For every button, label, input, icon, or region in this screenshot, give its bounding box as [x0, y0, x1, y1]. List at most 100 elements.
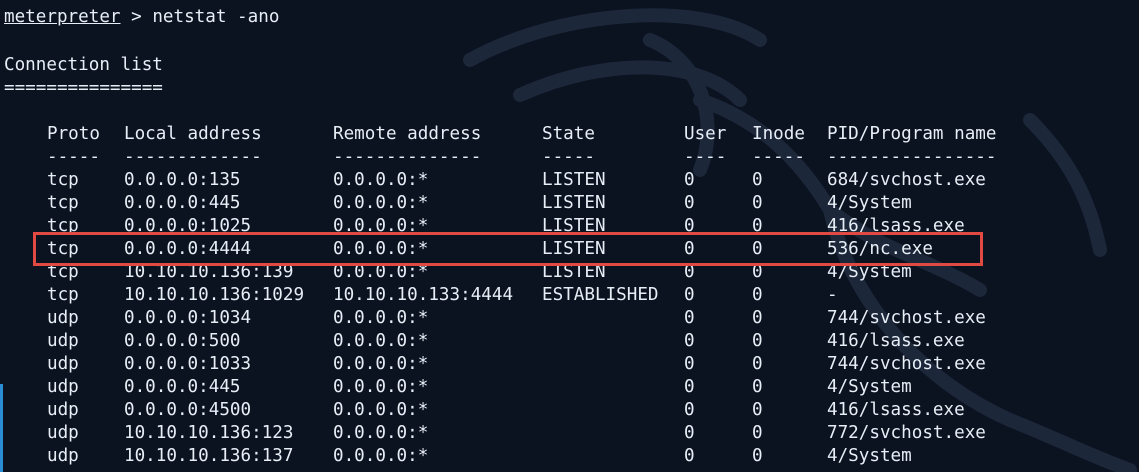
state-cell: LISTEN [542, 216, 606, 236]
state-cell: LISTEN [542, 262, 606, 282]
state-cell: LISTEN [542, 193, 606, 213]
local-address-cell: 10.10.10.136:123 [124, 423, 294, 443]
user-cell: 0 [684, 239, 695, 259]
proto-cell: ----- [47, 147, 100, 167]
remote-address-cell: 0.0.0.0:* [333, 193, 429, 213]
proto-cell: udp [47, 423, 79, 443]
table-row: udp 0.0.0.0:445 0.0.0.0:* 0 0 4/System [4, 376, 1134, 399]
proto-cell: tcp [47, 285, 79, 305]
local-address-cell: Local address [124, 124, 262, 144]
proto-cell: udp [47, 400, 79, 420]
inode-cell: 0 [752, 216, 763, 236]
proto-cell: udp [47, 331, 79, 351]
table-row: tcp 10.10.10.136:1029 10.10.10.133:4444 EST… [4, 284, 1134, 307]
remote-address-cell: Remote address [333, 124, 482, 144]
proto-cell: udp [47, 446, 79, 466]
proto-cell: tcp [47, 239, 79, 259]
user-cell: 0 [684, 262, 695, 282]
table-row: tcp 10.10.10.136:139 0.0.0.0:* LISTEN 0 0 4/Sy… [4, 261, 1134, 284]
inode-cell: 0 [752, 193, 763, 213]
local-address-cell: 0.0.0.0:135 [124, 170, 241, 190]
pid-program-cell: 416/lsass.exe [827, 216, 965, 236]
prompt-separator: > [120, 7, 153, 27]
table-row: udp 10.10.10.136:123 0.0.0.0:* 0 0 772/svchos… [4, 422, 1134, 445]
proto-cell: Proto [47, 124, 100, 144]
command-text: netstat -ano [152, 7, 280, 27]
inode-cell: ----- [752, 147, 805, 167]
local-address-cell: 0.0.0.0:445 [124, 193, 241, 213]
inode-cell: 0 [752, 239, 763, 259]
local-address-cell: ------------- [124, 147, 262, 167]
local-address-cell: 10.10.10.136:139 [124, 262, 294, 282]
user-cell: 0 [684, 377, 695, 397]
table-row: udp 0.0.0.0:1033 0.0.0.0:* 0 0 744/svchost.ex… [4, 353, 1134, 376]
inode-cell: 0 [752, 377, 763, 397]
pid-program-cell: - [827, 285, 838, 305]
state-cell: ----- [542, 147, 595, 167]
remote-address-cell: 0.0.0.0:* [333, 400, 429, 420]
pid-program-cell: 416/lsass.exe [827, 331, 965, 351]
user-cell: 0 [684, 193, 695, 213]
remote-address-cell: 0.0.0.0:* [333, 170, 429, 190]
state-cell: State [542, 124, 595, 144]
inode-cell: Inode [752, 124, 805, 144]
user-cell: 0 [684, 216, 695, 236]
local-address-cell: 0.0.0.0:4444 [124, 239, 252, 259]
state-cell: LISTEN [542, 239, 606, 259]
section-underline: =============== [4, 78, 163, 98]
table-header-underline: ----- ------------- -------------- ----- ---… [4, 146, 1134, 169]
state-cell: ESTABLISHED [542, 285, 659, 305]
table-row: udp 0.0.0.0:500 0.0.0.0:* 0 0 416/lsass.exe [4, 330, 1134, 353]
table-row: tcp 0.0.0.0:445 0.0.0.0:* LISTEN 0 0 4/System [4, 192, 1134, 215]
table-row-highlighted: tcp 0.0.0.0:4444 0.0.0.0:* LISTEN 0 0 536/nc.e… [4, 238, 1134, 261]
state-cell: LISTEN [542, 170, 606, 190]
pid-program-cell: 772/svchost.exe [827, 423, 986, 443]
remote-address-cell: 0.0.0.0:* [333, 423, 429, 443]
user-cell: 0 [684, 308, 695, 328]
inode-cell: 0 [752, 170, 763, 190]
user-cell: 0 [684, 423, 695, 443]
pid-program-cell: 4/System [827, 262, 912, 282]
proto-cell: tcp [47, 262, 79, 282]
pid-program-cell: 4/System [827, 193, 912, 213]
remote-address-cell: 0.0.0.0:* [333, 239, 429, 259]
section-title: Connection list [4, 55, 163, 75]
pid-program-cell: 744/svchost.exe [827, 354, 986, 374]
proto-cell: tcp [47, 216, 79, 236]
pid-program-cell: 536/nc.exe [827, 239, 933, 259]
pid-program-cell: PID/Program name [827, 124, 997, 144]
proto-cell: udp [47, 354, 79, 374]
proto-cell: tcp [47, 193, 79, 213]
user-cell: 0 [684, 331, 695, 351]
meterpreter-prompt: meterpreter [4, 7, 121, 27]
remote-address-cell: 0.0.0.0:* [333, 377, 429, 397]
table-header-row: Proto Local address Remote address State Use… [4, 123, 1134, 146]
local-address-cell: 0.0.0.0:445 [124, 377, 241, 397]
pid-program-cell: 744/svchost.exe [827, 308, 986, 328]
local-address-cell: 10.10.10.136:137 [124, 446, 294, 466]
terminal-output[interactable]: meterpreter > netstat -ano Connection li… [4, 0, 1134, 472]
inode-cell: 0 [752, 423, 763, 443]
inode-cell: 0 [752, 331, 763, 351]
pid-program-cell: ---------------- [827, 147, 997, 167]
remote-address-cell: 0.0.0.0:* [333, 331, 429, 351]
remote-address-cell: 0.0.0.0:* [333, 446, 429, 466]
proto-cell: udp [47, 377, 79, 397]
table-row: tcp 0.0.0.0:135 0.0.0.0:* LISTEN 0 0 684/svcho… [4, 169, 1134, 192]
table-row: udp 0.0.0.0:4500 0.0.0.0:* 0 0 416/lsass.exe [4, 399, 1134, 422]
local-address-cell: 10.10.10.136:1029 [124, 285, 305, 305]
local-address-cell: 0.0.0.0:1033 [124, 354, 252, 374]
local-address-cell: 0.0.0.0:1034 [124, 308, 252, 328]
remote-address-cell: 0.0.0.0:* [333, 216, 429, 236]
user-cell: 0 [684, 285, 695, 305]
table-row: tcp 0.0.0.0:1025 0.0.0.0:* LISTEN 0 0 416/lsas… [4, 215, 1134, 238]
window-edge-accent [0, 384, 3, 472]
inode-cell: 0 [752, 354, 763, 374]
command-line: meterpreter > netstat -ano [4, 6, 279, 29]
pid-program-cell: 4/System [827, 446, 912, 466]
pid-program-cell: 684/svchost.exe [827, 170, 986, 190]
proto-cell: tcp [47, 170, 79, 190]
remote-address-cell: 10.10.10.133:4444 [333, 285, 514, 305]
table-row: udp 0.0.0.0:1034 0.0.0.0:* 0 0 744/svchost.ex… [4, 307, 1134, 330]
user-cell: 0 [684, 170, 695, 190]
